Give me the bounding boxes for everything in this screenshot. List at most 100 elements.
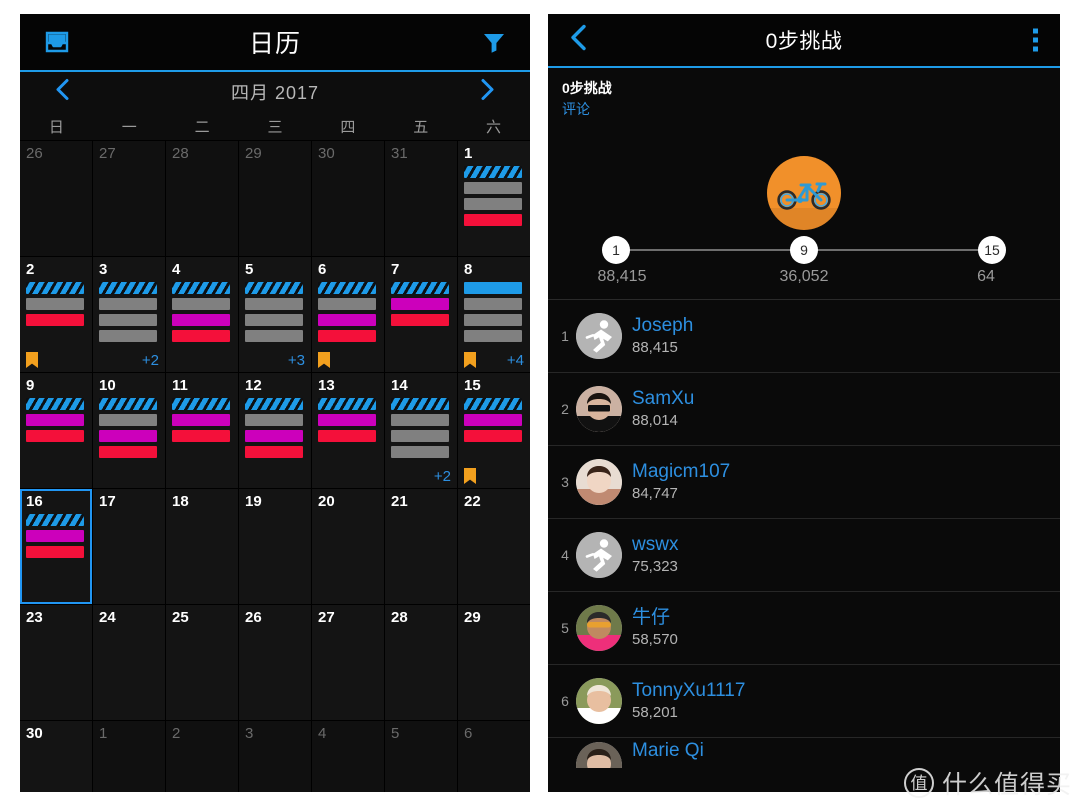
leaderboard-row[interactable]: 4 wswx 75,323 [548, 519, 1060, 592]
calendar-day-cell[interactable]: 13 [312, 373, 384, 488]
calendar-day-cell[interactable]: 22 [458, 489, 530, 604]
calendar-day-cell[interactable]: 10 [93, 373, 165, 488]
activity-bar-red [318, 430, 376, 442]
calendar-day-cell[interactable]: 9 [20, 373, 92, 488]
calendar-day-cell[interactable]: 24 [93, 605, 165, 720]
progress-marker-3[interactable]: 15 [978, 236, 1006, 264]
calendar-day-cell[interactable]: 2 [20, 257, 92, 372]
day-cell-footer: +3 [245, 352, 305, 369]
calendar-day-cell[interactable]: 29 [239, 141, 311, 256]
activity-bar-stripe [391, 282, 449, 294]
activity-bar-magenta [172, 314, 230, 326]
user-name[interactable]: Marie Qi [632, 740, 704, 762]
user-name[interactable]: Magicm107 [632, 461, 730, 483]
calendar-day-cell[interactable]: 25 [166, 605, 238, 720]
calendar-day-cell[interactable]: 4 [312, 721, 384, 792]
more-events-label[interactable]: +2 [142, 352, 159, 369]
filter-icon[interactable] [482, 31, 506, 53]
user-name[interactable]: 牛仔 [632, 607, 678, 629]
day-number: 2 [26, 261, 35, 278]
calendar-day-cell[interactable]: 18 [166, 489, 238, 604]
calendar-day-cell[interactable]: 23 [20, 605, 92, 720]
user-name[interactable]: Joseph [632, 315, 693, 337]
calendar-day-cell[interactable]: 4 [166, 257, 238, 372]
user-score: 58,570 [632, 631, 678, 648]
calendar-day-cell[interactable]: 27 [93, 141, 165, 256]
prev-month-button[interactable] [54, 78, 70, 107]
weekday-2: 二 [194, 118, 210, 136]
calendar-day-cell[interactable]: 6 [458, 721, 530, 792]
activity-bar-stripe [99, 282, 157, 294]
calendar-day-cell[interactable]: 3 [239, 721, 311, 792]
calendar-panel: 日历 四月 2017 日一二三四五六 26 27 28 29 30 31 1 2 3 +2 4 5 + [20, 14, 530, 792]
calendar-grid: 26 27 28 29 30 31 1 2 3 +2 4 5 +3 6 7 8 +4 9 10 11 12 13 14 +2 1… [20, 140, 530, 792]
calendar-day-cell[interactable]: 8 +4 [458, 257, 530, 372]
activity-bar-red [391, 314, 449, 326]
calendar-day-cell[interactable]: 11 [166, 373, 238, 488]
calendar-day-cell[interactable]: 1 [93, 721, 165, 792]
leaderboard-row[interactable]: 5 牛仔 58,570 [548, 592, 1060, 665]
activity-bars [172, 282, 233, 342]
user-name[interactable]: TonnyXu1117 [632, 680, 745, 702]
overflow-menu-icon[interactable] [1033, 28, 1038, 52]
calendar-day-cell[interactable]: 6 [312, 257, 384, 372]
activity-bar-red [26, 314, 84, 326]
calendar-day-cell[interactable]: 19 [239, 489, 311, 604]
calendar-day-cell[interactable]: 1 [458, 141, 530, 256]
calendar-day-cell[interactable]: 28 [166, 141, 238, 256]
calendar-day-cell[interactable]: 12 [239, 373, 311, 488]
day-number: 31 [391, 145, 408, 162]
calendar-day-cell[interactable]: 5 [385, 721, 457, 792]
calendar-day-cell[interactable]: 30 [20, 721, 92, 792]
inbox-icon[interactable] [44, 31, 70, 53]
day-number: 26 [245, 609, 262, 626]
comments-link[interactable]: 评论 [562, 98, 1046, 120]
calendar-day-cell[interactable]: 7 [385, 257, 457, 372]
calendar-titlebar: 日历 [20, 14, 530, 72]
calendar-day-cell[interactable]: 17 [93, 489, 165, 604]
calendar-day-cell[interactable]: 15 [458, 373, 530, 488]
user-name[interactable]: wswx [632, 534, 678, 556]
rank-number: 1 [561, 328, 569, 344]
back-chevron-icon[interactable] [568, 23, 588, 58]
day-number: 6 [318, 261, 327, 278]
leaderboard-row[interactable]: 7Marie Qi [548, 738, 1060, 768]
rank-number: 5 [561, 620, 569, 636]
activity-bar-stripe [99, 398, 157, 410]
row-text: wswx 75,323 [632, 534, 678, 576]
challenge-title: 0步挑战 [765, 30, 843, 53]
calendar-day-cell[interactable]: 29 [458, 605, 530, 720]
activity-bar-stripe [391, 398, 449, 410]
calendar-day-cell[interactable]: 5 +3 [239, 257, 311, 372]
more-events-label[interactable]: +3 [288, 352, 305, 369]
day-number: 28 [391, 609, 408, 626]
activity-bars [99, 398, 160, 458]
leaderboard-list: 1 Joseph 88,415 2 SamXu 88,014 3 Magicm107 84,74… [548, 300, 1060, 768]
activity-bar-magenta [245, 430, 303, 442]
calendar-day-cell[interactable]: 2 [166, 721, 238, 792]
calendar-day-cell[interactable]: 28 [385, 605, 457, 720]
leaderboard-row[interactable]: 2 SamXu 88,014 [548, 373, 1060, 446]
next-month-button[interactable] [480, 78, 496, 107]
leaderboard-row[interactable]: 1 Joseph 88,415 [548, 300, 1060, 373]
leaderboard-row[interactable]: 6 TonnyXu1117 58,201 [548, 665, 1060, 738]
calendar-day-cell[interactable]: 27 [312, 605, 384, 720]
progress-marker-2[interactable]: 9 [790, 236, 818, 264]
progress-marker-1[interactable]: 1 [602, 236, 630, 264]
calendar-day-cell[interactable]: 3 +2 [93, 257, 165, 372]
bookmark-icon [464, 468, 476, 484]
calendar-day-cell[interactable]: 26 [20, 141, 92, 256]
activity-bar-stripe [464, 166, 522, 178]
calendar-day-cell[interactable]: 16 [20, 489, 92, 604]
user-name[interactable]: SamXu [632, 388, 694, 410]
more-events-label[interactable]: +2 [434, 468, 451, 485]
calendar-day-cell[interactable]: 31 [385, 141, 457, 256]
leaderboard-row[interactable]: 3 Magicm107 84,747 [548, 446, 1060, 519]
progress-value-1: 88,415 [597, 268, 647, 285]
calendar-day-cell[interactable]: 20 [312, 489, 384, 604]
calendar-day-cell[interactable]: 14 +2 [385, 373, 457, 488]
calendar-day-cell[interactable]: 21 [385, 489, 457, 604]
calendar-day-cell[interactable]: 30 [312, 141, 384, 256]
calendar-day-cell[interactable]: 26 [239, 605, 311, 720]
more-events-label[interactable]: +4 [507, 352, 524, 369]
